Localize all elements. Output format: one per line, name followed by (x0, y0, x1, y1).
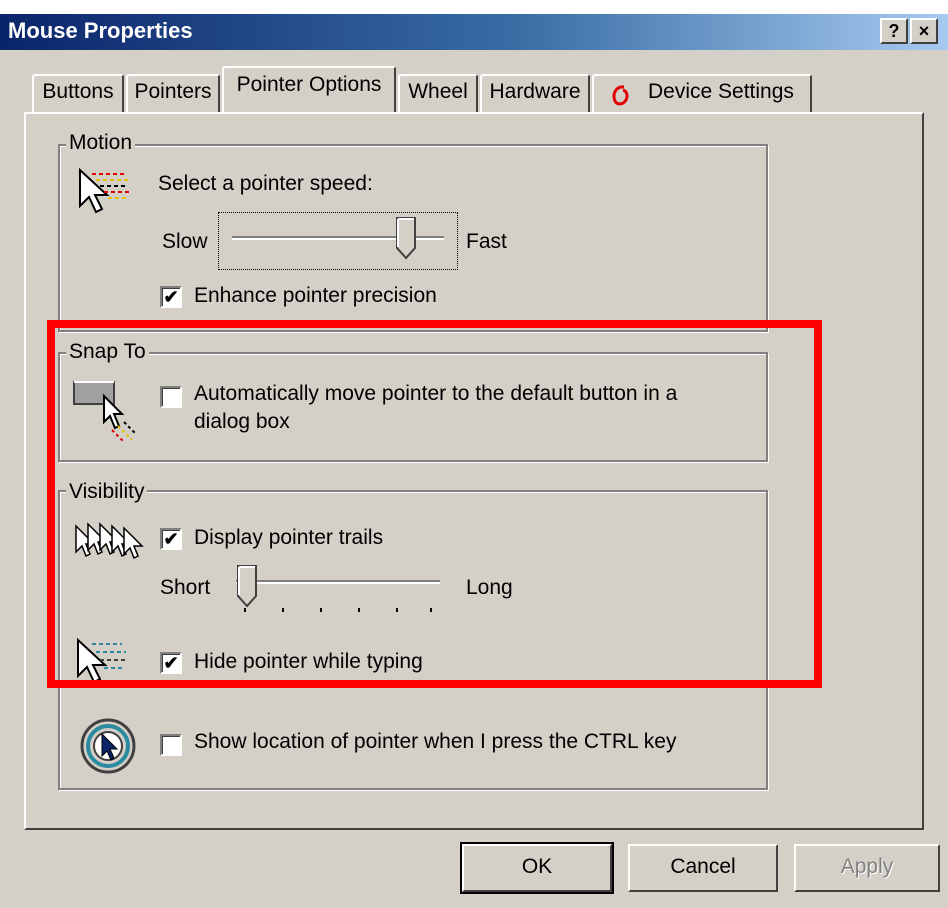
device-settings-icon (612, 85, 629, 106)
annotation-highlight-box (47, 320, 822, 688)
top-strip (0, 0, 948, 2)
cancel-button[interactable]: Cancel (628, 844, 778, 892)
title-bar[interactable]: Mouse Properties ? × (0, 14, 948, 50)
tab-wheel[interactable]: Wheel (398, 74, 478, 112)
enhance-precision-label: Enhance pointer precision (194, 284, 437, 307)
tab-device-settings[interactable]: Device Settings (592, 74, 812, 112)
speed-slider-focus (218, 212, 458, 270)
checkmark-icon: ✔ (163, 287, 179, 307)
fast-label: Fast (466, 230, 507, 253)
enhance-precision-checkbox[interactable]: ✔ (160, 286, 182, 308)
help-button[interactable]: ? (880, 18, 908, 44)
show-location-icon (80, 718, 136, 774)
tab-buttons[interactable]: Buttons (32, 74, 124, 112)
pointer-speed-label: Select a pointer speed: (158, 172, 373, 195)
tab-hardware[interactable]: Hardware (480, 74, 590, 112)
pointer-speed-slider-thumb[interactable] (395, 216, 417, 260)
tab-pointer-options[interactable]: Pointer Options (222, 66, 396, 112)
tab-device-settings-label: Device Settings (648, 80, 794, 103)
show-location-checkbox[interactable] (160, 734, 182, 756)
motion-group-label: Motion (66, 131, 136, 155)
window-title: Mouse Properties (8, 18, 193, 43)
show-location-label: Show location of pointer when I press th… (194, 730, 677, 753)
slow-label: Slow (162, 230, 208, 253)
ok-button[interactable]: OK (460, 842, 614, 894)
close-button[interactable]: × (910, 18, 938, 44)
pointer-speed-icon (79, 167, 130, 214)
tab-pointers[interactable]: Pointers (126, 74, 220, 112)
apply-button[interactable]: Apply (794, 844, 940, 892)
